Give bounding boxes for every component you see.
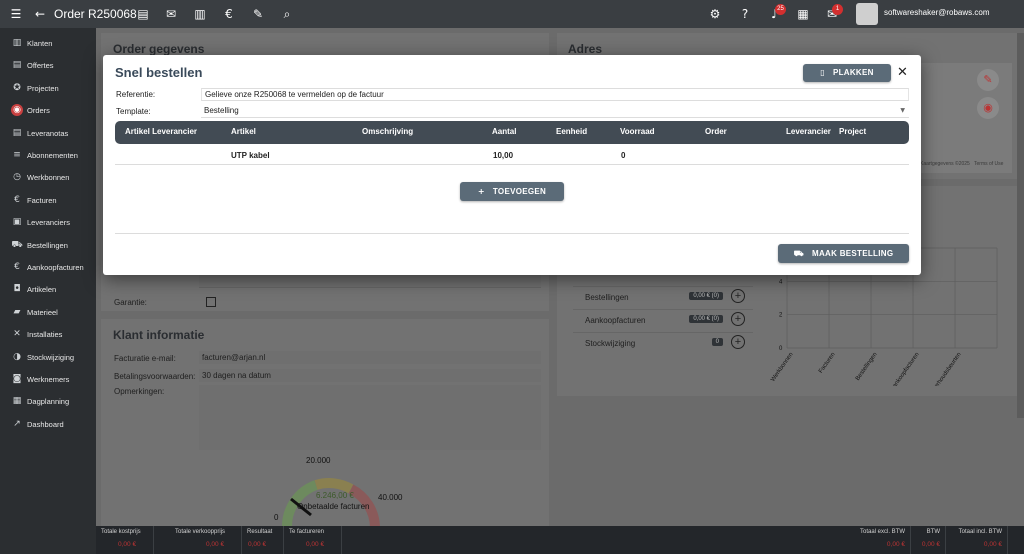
column-header[interactable]: Eenheid <box>556 127 587 136</box>
column-header[interactable]: Aantal <box>492 127 516 136</box>
paste-button-label: PLAKKEN <box>832 68 874 77</box>
row-voorraad: 0 <box>621 151 626 160</box>
template-value: Bestelling <box>204 106 239 115</box>
reference-label: Referentie: <box>116 90 156 99</box>
reference-input[interactable]: Gelieve onze R250068 te vermelden op de … <box>201 88 909 101</box>
add-button-label: TOEVOEGEN <box>492 187 547 196</box>
column-header[interactable]: Leverancier <box>786 127 831 136</box>
column-header[interactable]: Voorraad <box>620 127 655 136</box>
row-aantal: 10,00 <box>493 151 514 160</box>
template-select[interactable]: Bestelling ▼ <box>201 105 909 118</box>
close-icon[interactable]: ✕ <box>897 65 908 80</box>
row-artikel: UTP kabel <box>231 151 270 160</box>
order-table-header: Artikel Leverancier Artikel Omschrijving… <box>115 121 909 144</box>
paste-button[interactable]: ▯ PLAKKEN <box>803 64 891 82</box>
template-label: Template: <box>116 107 151 116</box>
column-header[interactable]: Project <box>839 127 866 136</box>
plus-icon: + <box>477 187 485 196</box>
column-header[interactable]: Artikel <box>231 127 256 136</box>
create-order-label: MAAK BESTELLING <box>811 249 894 258</box>
add-button[interactable]: + TOEVOEGEN <box>460 182 564 201</box>
modal-overlay: Snel bestellen ▯ PLAKKEN ✕ Referentie: Ge… <box>0 0 1024 554</box>
divider <box>115 233 909 234</box>
quick-order-dialog: Snel bestellen ▯ PLAKKEN ✕ Referentie: Ge… <box>103 55 921 275</box>
column-header[interactable]: Artikel Leverancier <box>125 127 197 136</box>
dialog-title: Snel bestellen <box>115 65 203 80</box>
chevron-down-icon: ▼ <box>900 107 905 114</box>
divider <box>115 164 909 165</box>
create-order-button[interactable]: ⛟ MAAK BESTELLING <box>778 244 909 263</box>
column-header[interactable]: Order <box>705 127 727 136</box>
column-header[interactable]: Omschrijving <box>362 127 413 136</box>
cart-icon: ⛟ <box>793 249 804 258</box>
reference-value: Gelieve onze R250068 te vermelden op de … <box>205 90 384 99</box>
clipboard-icon: ▯ <box>820 68 825 77</box>
